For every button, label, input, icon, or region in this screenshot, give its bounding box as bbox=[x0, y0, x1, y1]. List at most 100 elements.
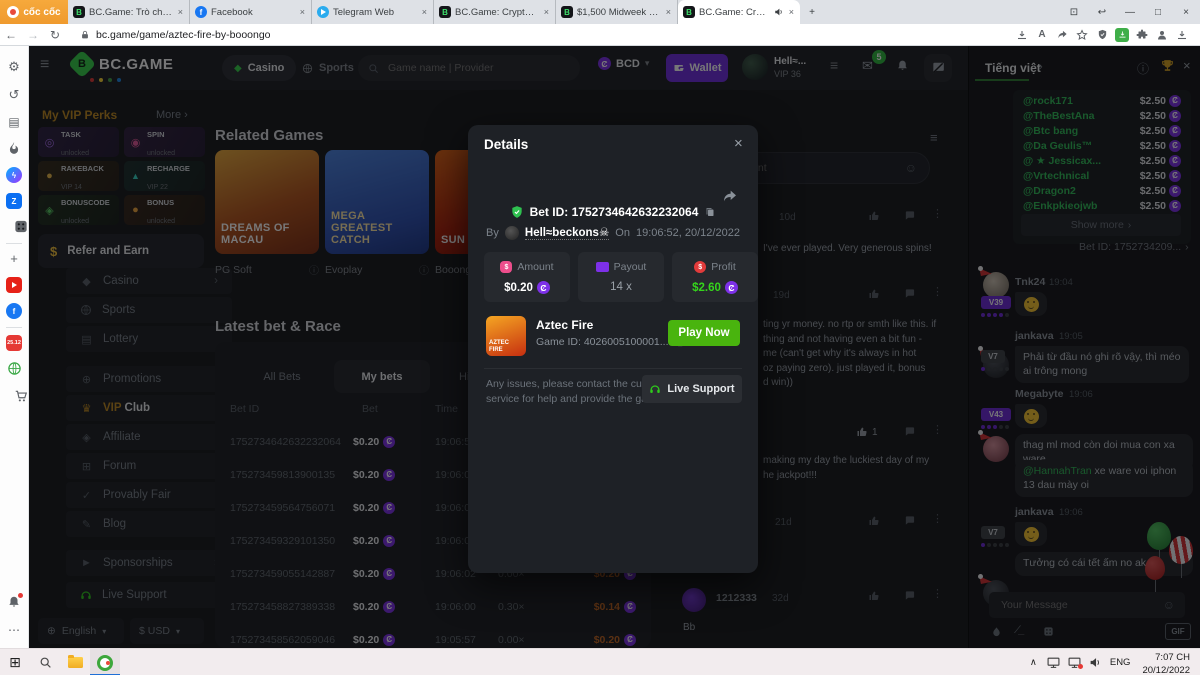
downloads-tray-icon[interactable] bbox=[1172, 29, 1192, 41]
shop-cart-icon[interactable] bbox=[7, 389, 35, 403]
game-title: Aztec Fire bbox=[536, 318, 593, 332]
bet-id-value: Bet ID: 1752734642632232064 bbox=[530, 205, 699, 219]
games-icon[interactable] bbox=[7, 219, 35, 234]
tray-date: 20/12/2022 bbox=[1142, 665, 1190, 675]
back-icon[interactable]: ← bbox=[0, 28, 22, 42]
payout-icon bbox=[596, 262, 609, 272]
browser-tab[interactable]: Telegram Web × bbox=[312, 0, 434, 24]
save-page-icon[interactable] bbox=[1012, 29, 1032, 41]
start-button[interactable]: ⊞ bbox=[0, 649, 30, 675]
browser-sidebar: ⚙ ↺ ▤ ϟ Z + f 25.12 ⋯ bbox=[0, 45, 29, 648]
bet-details-modal: Details × Bet ID: 1752734642632232064 By… bbox=[468, 125, 758, 573]
telegram-favicon bbox=[317, 6, 329, 18]
bet-meta-row: By Hell≈beckons☠ On 19:06:52, 20/12/2022 bbox=[468, 225, 758, 240]
messenger-icon[interactable]: ϟ bbox=[0, 167, 28, 183]
coin-icon: Ȼ bbox=[537, 281, 550, 294]
modal-title: Details bbox=[484, 137, 528, 152]
browser-tab[interactable]: B $1,500 Midweek Booongo M × bbox=[556, 0, 678, 24]
tab-close-icon[interactable]: × bbox=[665, 7, 672, 17]
bet-id-row: Bet ID: 1752734642632232064 bbox=[468, 205, 758, 219]
aztec-fire-thumbnail[interactable]: AZTEC FIRE bbox=[486, 316, 526, 356]
modal-divider bbox=[484, 368, 742, 369]
windows-taskbar: ⊞ ∧ ENG 7:07 CH 20/12/2022 bbox=[0, 648, 1200, 675]
add-shortcut-icon[interactable]: + bbox=[0, 251, 28, 266]
restore-session-icon[interactable]: ↩ bbox=[1088, 0, 1116, 24]
taskbar-search-icon[interactable] bbox=[30, 649, 60, 675]
idm-download-icon[interactable] bbox=[1112, 28, 1132, 42]
coccoc-taskbar-icon[interactable] bbox=[90, 649, 120, 675]
tab-close-icon[interactable]: × bbox=[421, 7, 428, 17]
browser-tabbar: cốc cốc B BC.Game: Trò chơi sòng bạc × f… bbox=[0, 0, 1200, 24]
play-now-button[interactable]: Play Now bbox=[668, 320, 740, 346]
window-minimize-button[interactable]: — bbox=[1116, 0, 1144, 24]
browser-tab-active[interactable]: B BC.Game: Crypto Casino × bbox=[678, 0, 800, 24]
bcgame-favicon: B bbox=[439, 6, 451, 18]
amount-icon: $ bbox=[500, 261, 512, 273]
tab-audio-icon[interactable] bbox=[774, 7, 784, 17]
sidebar-divider bbox=[6, 243, 22, 244]
browser-urlbar: ← → ↻ bc.game/game/aztec-fire-by-booongo… bbox=[0, 24, 1200, 45]
modal-close-icon[interactable]: × bbox=[734, 135, 743, 152]
browser-tab[interactable]: B BC.Game: Crypto Casino Gam × bbox=[434, 0, 556, 24]
screen: ≡ B BC.GAME ◆ Casino Sports Ȼ BCD ▾ Wall… bbox=[0, 0, 1200, 675]
calendar-event-icon[interactable]: 25.12 bbox=[0, 335, 28, 351]
youtube-icon[interactable] bbox=[0, 277, 28, 293]
verified-shield-icon bbox=[510, 205, 524, 219]
headphones-icon bbox=[649, 383, 661, 395]
clock[interactable]: 7:07 CH 20/12/2022 bbox=[1142, 650, 1190, 675]
sidebar-more-icon[interactable]: ⋯ bbox=[0, 623, 28, 637]
bcgame-favicon: B bbox=[683, 6, 695, 18]
volume-icon[interactable] bbox=[1089, 656, 1102, 669]
stat-amount: $ Amount $0.20 Ȼ bbox=[484, 252, 570, 302]
window-close-button[interactable]: × bbox=[1172, 0, 1200, 24]
coccoc-logo-icon bbox=[7, 6, 19, 18]
reload-icon[interactable]: ↻ bbox=[44, 28, 66, 42]
keyboard-language[interactable]: ENG bbox=[1110, 657, 1131, 668]
profit-icon: $ bbox=[694, 261, 706, 273]
bookmark-star-icon[interactable] bbox=[1072, 29, 1092, 41]
sports-news-icon[interactable] bbox=[0, 361, 28, 376]
share-bet-icon[interactable] bbox=[722, 188, 738, 204]
url-text[interactable]: bc.game/game/aztec-fire-by-booongo bbox=[96, 29, 271, 41]
translate-icon[interactable]: A bbox=[1032, 29, 1052, 40]
browser-tab[interactable]: f Facebook × bbox=[190, 0, 312, 24]
file-explorer-icon[interactable] bbox=[60, 649, 90, 675]
network-icon[interactable] bbox=[1047, 656, 1060, 669]
tab-close-icon[interactable]: × bbox=[177, 7, 184, 17]
bettor-name-link[interactable]: Hell≈beckons☠ bbox=[525, 225, 609, 240]
bettor-avatar bbox=[505, 226, 519, 240]
sidebar-bell-icon[interactable] bbox=[0, 595, 28, 609]
extensions-icon[interactable] bbox=[1132, 29, 1152, 41]
zalo-icon[interactable]: Z bbox=[0, 193, 28, 209]
share-page-icon[interactable] bbox=[1052, 29, 1072, 40]
hot-trending-icon[interactable] bbox=[7, 141, 21, 155]
bet-datetime: 19:06:52, 20/12/2022 bbox=[636, 227, 740, 239]
forward-icon[interactable]: → bbox=[22, 28, 44, 42]
coin-icon: Ȼ bbox=[725, 281, 738, 294]
pc-status-icon[interactable] bbox=[1068, 656, 1081, 669]
facebook-icon[interactable]: f bbox=[0, 303, 28, 319]
coccoc-brand-label: cốc cốc bbox=[23, 7, 60, 18]
bcgame-favicon: B bbox=[73, 6, 85, 18]
coccoc-menu-button[interactable]: cốc cốc bbox=[0, 0, 68, 24]
settings-icon[interactable]: ⚙ bbox=[0, 59, 28, 75]
tray-time: 7:07 CH bbox=[1155, 652, 1190, 663]
game-id: Game ID: 4026005100001... bbox=[536, 336, 669, 348]
search-tabs-icon[interactable]: ⊡ bbox=[1060, 0, 1088, 24]
window-maximize-button[interactable]: □ bbox=[1144, 0, 1172, 24]
new-tab-button[interactable]: + bbox=[800, 0, 824, 24]
lock-icon bbox=[80, 30, 90, 40]
history-icon[interactable]: ↺ bbox=[0, 87, 28, 103]
live-support-button[interactable]: Live Support bbox=[642, 375, 742, 403]
tab-close-icon[interactable]: × bbox=[299, 7, 306, 17]
tray-expand-icon[interactable]: ∧ bbox=[1030, 657, 1037, 668]
sidebar-divider bbox=[6, 327, 22, 328]
profile-avatar-icon[interactable] bbox=[1152, 29, 1172, 41]
copy-bet-id-icon[interactable] bbox=[704, 206, 716, 218]
adblock-shield-icon[interactable] bbox=[1092, 29, 1112, 40]
tab-close-icon[interactable]: × bbox=[543, 7, 550, 17]
reading-list-icon[interactable]: ▤ bbox=[0, 115, 28, 129]
tab-close-icon[interactable]: × bbox=[788, 7, 795, 17]
stat-profit: $ Profit $2.60 Ȼ bbox=[672, 252, 758, 302]
browser-tab[interactable]: B BC.Game: Trò chơi sòng bạc × bbox=[68, 0, 190, 24]
